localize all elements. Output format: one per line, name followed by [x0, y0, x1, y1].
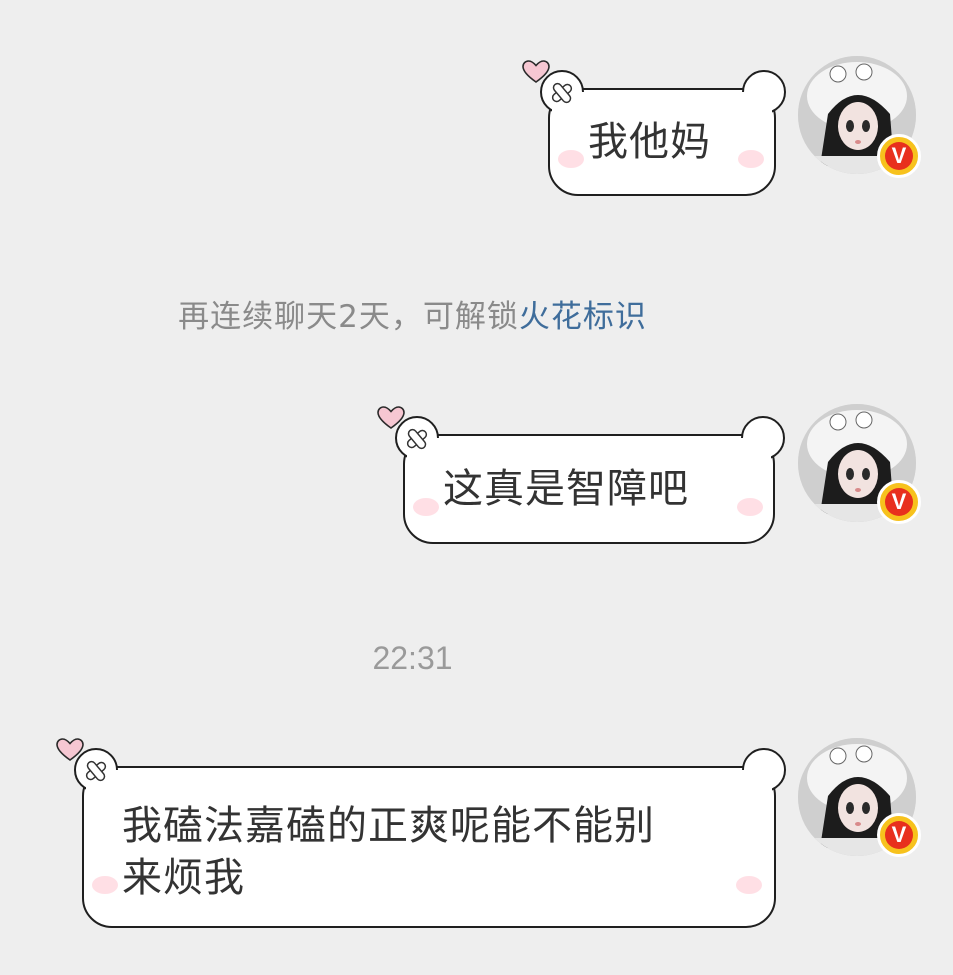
message-bubble[interactable]: 这真是智障吧 — [395, 416, 785, 544]
blush-spot — [558, 150, 584, 168]
message-bubble[interactable]: 我他妈 — [540, 70, 786, 196]
system-notice: 再连续聊天2天，可解锁火花标识 — [0, 291, 825, 336]
blush-spot — [413, 498, 439, 516]
bandage-icon — [551, 82, 573, 104]
spark-badge-link[interactable]: 火花标识 — [519, 299, 647, 335]
blush-spot — [737, 498, 763, 516]
message-bubble[interactable]: 我磕法嘉磕的正爽呢能不能别来烦我 — [74, 748, 786, 928]
message-text: 我磕法嘉磕的正爽呢能不能别来烦我 — [122, 803, 655, 901]
message-text: 我他妈 — [588, 119, 711, 165]
blush-spot — [92, 876, 118, 894]
timestamp: 22:31 — [372, 640, 453, 676]
message-text: 这真是智障吧 — [443, 466, 689, 512]
bandage-icon — [85, 760, 107, 782]
blush-spot — [738, 150, 764, 168]
bandage-icon — [406, 428, 428, 450]
blush-spot — [736, 876, 762, 894]
verified-badge-icon: V — [877, 813, 921, 857]
system-notice-text: 再连续聊天2天，可解锁 — [178, 299, 519, 335]
verified-badge-icon: V — [877, 480, 921, 524]
verified-badge-icon: V — [877, 134, 921, 178]
